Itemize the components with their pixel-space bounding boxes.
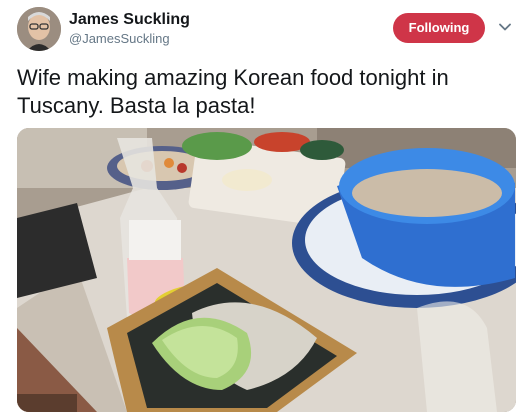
- tweet-photo[interactable]: [17, 128, 516, 412]
- chevron-down-icon[interactable]: [497, 19, 513, 35]
- following-button[interactable]: Following: [393, 13, 485, 43]
- tweet-card: James Suckling @JamesSuckling Following …: [0, 0, 520, 418]
- avatar[interactable]: [17, 7, 61, 51]
- tweet-text: Wife making amazing Korean food tonight …: [17, 65, 449, 118]
- author-name[interactable]: James Suckling: [69, 10, 190, 30]
- author-handle[interactable]: @JamesSuckling: [69, 31, 170, 47]
